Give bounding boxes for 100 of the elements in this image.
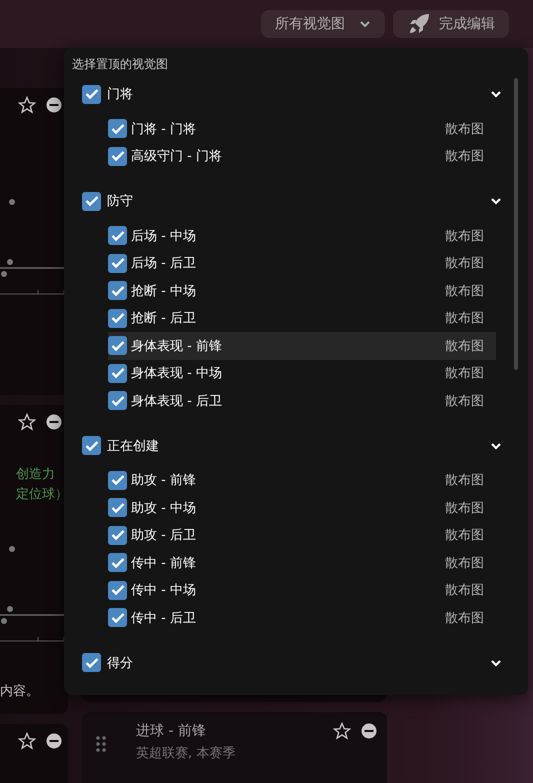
checkbox[interactable] [108,580,127,600]
star-icon[interactable] [18,732,36,750]
checkmark-icon [84,88,98,100]
checkmark-icon [84,656,98,668]
item-label: 抢断 - 中场 [131,282,197,300]
group-label[interactable]: 得分 [107,654,490,672]
item-type: 散布图 [445,392,484,410]
item-type: 散布图 [445,527,484,544]
chevron-icon[interactable] [490,88,502,100]
item-type: 散布图 [445,338,484,355]
group-label[interactable]: 正在创建 [107,436,490,454]
item-label: 身体表现 - 中场 [131,365,223,382]
checkbox[interactable] [108,254,127,273]
checkmark-icon [110,584,124,596]
checkbox[interactable] [108,364,127,383]
checkmark-icon [110,367,124,380]
checkmark-icon [110,122,124,135]
item-label: 身体表现 - 后卫 [131,392,223,410]
checkbox[interactable] [108,226,127,246]
item-type: 散布图 [445,310,484,328]
item-label: 高级守门 - 门将 [131,148,223,166]
item-type: 散布图 [445,282,484,300]
checkmark-icon [110,474,124,486]
checkmark-icon [110,230,124,242]
item-label: 助攻 - 前锋 [131,472,197,490]
checkbox[interactable] [82,84,101,104]
checkbox[interactable] [82,192,101,210]
checkmark-icon [110,556,124,569]
item-label: 后场 - 后卫 [131,255,197,272]
checkmark-icon [84,195,98,207]
item-type: 散布图 [445,472,484,490]
chevron-down-icon [359,20,371,28]
checkmark-icon [110,284,124,297]
checkbox[interactable] [82,436,101,455]
checkmark-icon [110,529,124,542]
remove-icon[interactable] [46,97,62,113]
remove-icon[interactable] [46,414,62,430]
chevron-icon[interactable] [490,195,502,207]
panel-title: 选择置顶的视觉图 [72,56,169,73]
view-list-item[interactable]: 身体表现 - 前锋 散布图 [108,332,496,360]
card-subtitle: 定位球） [16,486,68,504]
view-list-item[interactable]: 门将 - 门将 散布图 [108,115,496,142]
checkbox[interactable] [108,608,127,628]
checkbox[interactable] [108,119,127,138]
item-label: 助攻 - 后卫 [131,527,197,544]
scrollbar[interactable] [514,78,518,370]
remove-icon[interactable] [361,723,377,739]
star-icon[interactable] [18,96,36,114]
checkbox[interactable] [108,146,127,166]
checkbox[interactable] [108,526,127,545]
item-type: 散布图 [445,554,484,572]
checkbox[interactable] [82,653,101,672]
view-list-item[interactable]: 助攻 - 后卫 散布图 [108,522,496,549]
view-list-item[interactable]: 抢断 - 后卫 散布图 [108,304,496,332]
card-subtitle: 英超联赛, 本赛季 [136,745,236,762]
checkbox[interactable] [108,281,127,300]
checkbox[interactable] [108,553,127,572]
view-list-item[interactable]: 身体表现 - 后卫 散布图 [108,387,496,414]
checkmark-icon [84,440,98,452]
item-type: 散布图 [445,610,484,627]
view-list-item[interactable]: 传中 - 前锋 散布图 [108,549,496,576]
view-list-item[interactable]: 后场 - 后卫 散布图 [108,250,496,277]
checkbox[interactable] [108,336,127,356]
done-editing-button[interactable]: 完成编辑 [393,10,509,38]
checkbox[interactable] [108,308,127,328]
checkmark-icon [110,394,124,407]
view-list-item[interactable]: 后场 - 中场 散布图 [108,222,496,250]
view-list-item[interactable]: 抢断 - 中场 散布图 [108,277,496,304]
item-type: 散布图 [445,228,484,245]
checkbox[interactable] [108,470,127,490]
checkmark-icon [110,502,124,514]
checkmark-icon [110,312,124,324]
group-label[interactable]: 门将 [107,85,490,103]
item-type: 散布图 [445,365,484,382]
item-label: 传中 - 中场 [131,582,197,600]
remove-icon[interactable] [46,733,62,749]
item-type: 散布图 [445,582,484,600]
checkbox[interactable] [108,391,127,410]
view-list-item[interactable]: 高级守门 - 门将 散布图 [108,142,496,170]
item-label: 后场 - 中场 [131,228,197,245]
item-label: 身体表现 - 前锋 [131,338,223,355]
checkmark-icon [110,612,124,624]
star-icon[interactable] [18,413,36,431]
rocket-icon [407,12,431,36]
checkbox[interactable] [108,498,127,518]
view-list-item[interactable]: 身体表现 - 中场 散布图 [108,360,496,387]
view-list-item[interactable]: 传中 - 后卫 散布图 [108,604,496,632]
star-icon[interactable] [333,722,351,740]
view-list-item[interactable]: 助攻 - 前锋 散布图 [108,466,496,494]
item-type: 散布图 [445,500,484,517]
checkmark-icon [110,257,124,270]
card-title: 进球 - 前锋 [136,722,207,740]
drag-handle-icon[interactable] [96,736,106,752]
item-type: 散布图 [445,120,484,138]
view-list-item[interactable]: 传中 - 中场 散布图 [108,576,496,604]
group-label[interactable]: 防守 [107,192,490,210]
view-list-item[interactable]: 助攻 - 中场 散布图 [108,494,496,522]
checkmark-icon [110,340,124,352]
view-filter-dropdown[interactable]: 所有视觉图 [261,10,385,38]
item-label: 传中 - 后卫 [131,610,197,627]
